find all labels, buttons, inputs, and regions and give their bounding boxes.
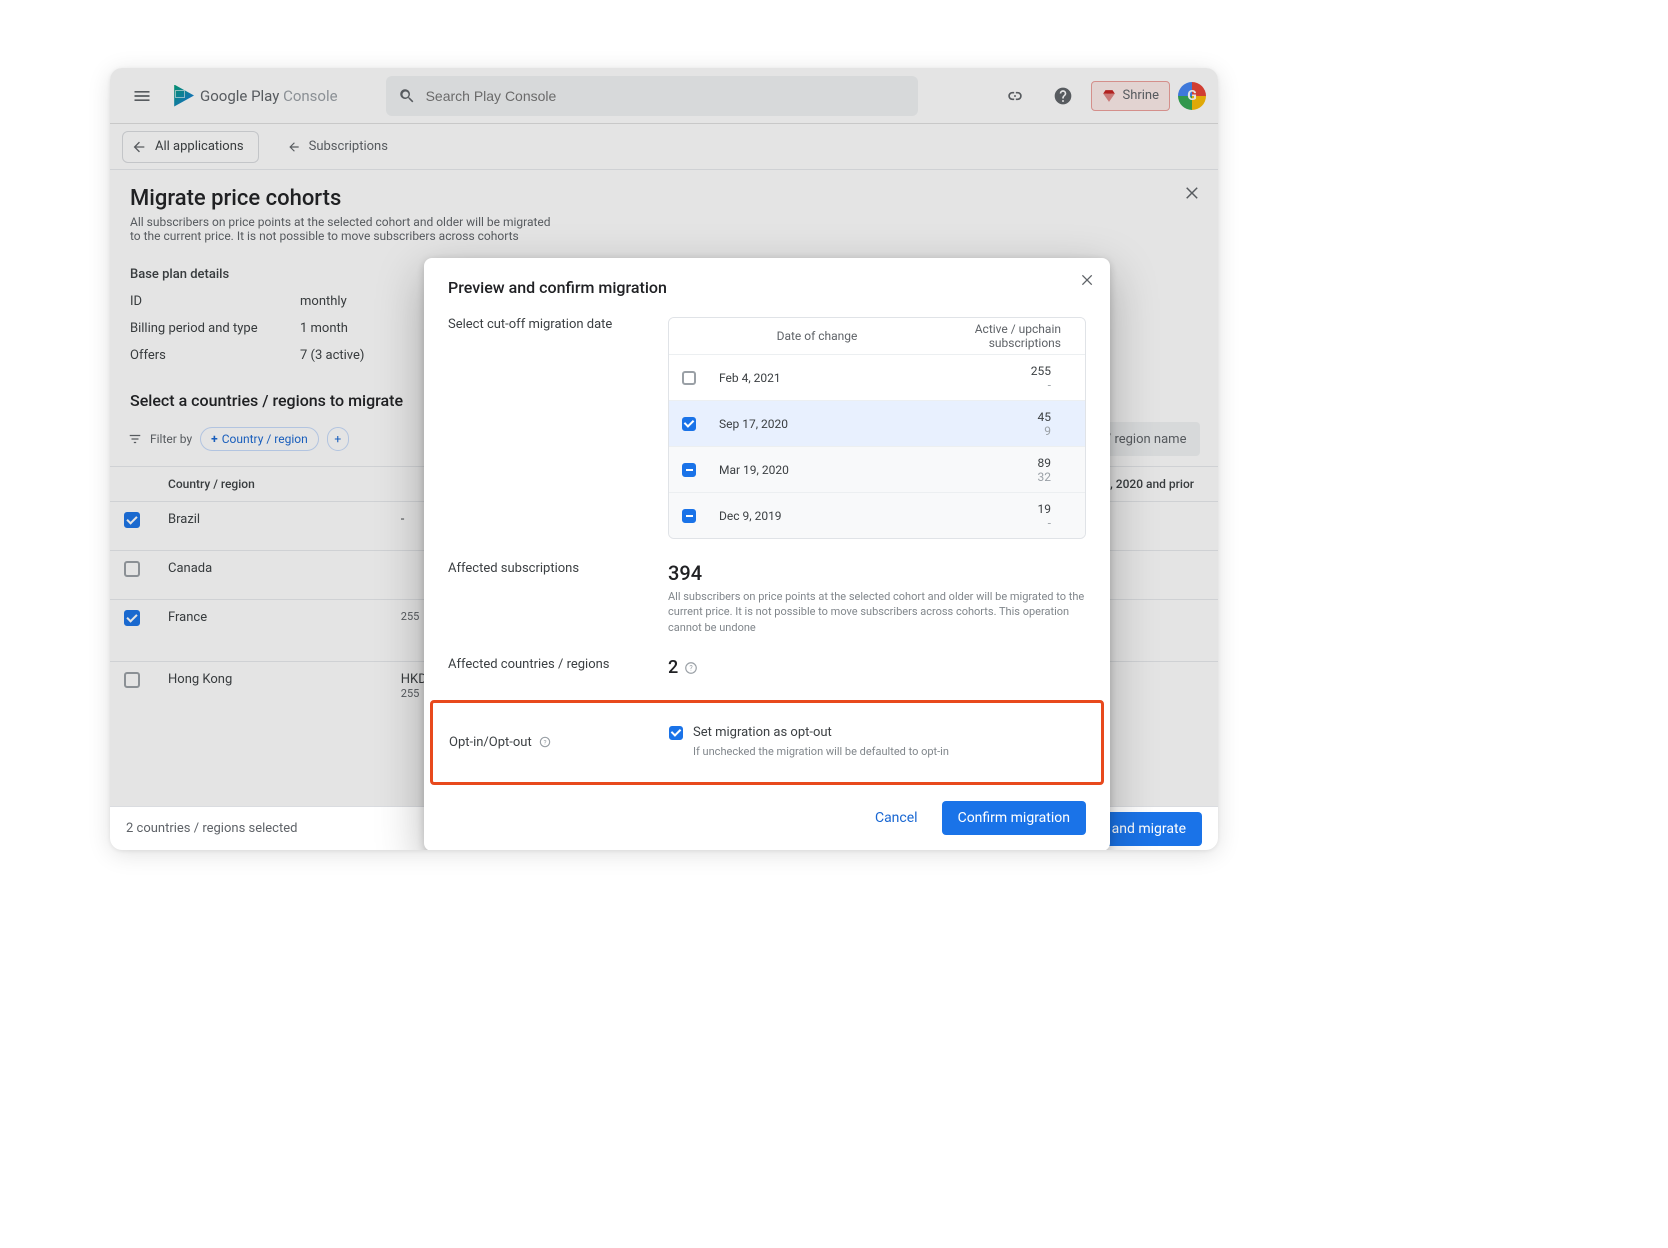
selection-count: 2 countries / regions selected <box>126 821 297 836</box>
search-icon <box>398 87 416 105</box>
cutoff-date-row[interactable]: Sep 17, 2020 459 <box>669 400 1085 446</box>
google-avatar[interactable]: G <box>1178 82 1206 110</box>
cutoff-label: Select cut-off migration date <box>448 317 638 539</box>
row-checkbox[interactable] <box>124 512 140 528</box>
row-checkbox[interactable] <box>124 561 140 577</box>
dialog-close-icon[interactable] <box>1080 272 1096 288</box>
diamond-icon <box>1102 89 1116 103</box>
date-counts: 459 <box>925 410 1085 438</box>
date-label: Dec 9, 2019 <box>709 509 925 523</box>
arrow-left-icon <box>131 139 147 155</box>
play-console-logo[interactable]: Google Play Console <box>172 85 338 107</box>
cutoff-date-row[interactable]: Mar 19, 2020 8932 <box>669 446 1085 492</box>
confirm-migration-button[interactable]: Confirm migration <box>942 801 1086 835</box>
brand-text-b: Console <box>283 87 338 105</box>
close-page-icon[interactable] <box>1184 184 1202 202</box>
date-counts: 19- <box>925 502 1085 530</box>
date-counts: 8932 <box>925 456 1085 484</box>
svg-text:?: ? <box>690 664 694 672</box>
shrine-chip[interactable]: Shrine <box>1091 81 1170 111</box>
brand-text-a: Google Play <box>200 87 279 105</box>
dialog-cancel-button[interactable]: Cancel <box>859 801 934 835</box>
country-name: Brazil <box>154 502 387 551</box>
date-label: Feb 4, 2021 <box>709 371 925 385</box>
affected-subs-label: Affected subscriptions <box>448 561 638 635</box>
menu-icon[interactable] <box>122 76 162 116</box>
play-icon <box>172 85 194 107</box>
link-icon[interactable] <box>995 76 1035 116</box>
breadcrumb-bar: All applications Subscriptions <box>110 124 1218 170</box>
filter-label: Filter by <box>150 432 192 446</box>
help-icon[interactable] <box>1043 76 1083 116</box>
cutoff-date-table: Date of change Active / upchain subscrip… <box>668 317 1086 539</box>
filter-chip-add[interactable]: + <box>327 427 349 451</box>
svg-text:?: ? <box>543 739 546 747</box>
cutoff-date-row[interactable]: Dec 9, 2019 19- <box>669 492 1085 538</box>
filter-chip-country[interactable]: +Country / region <box>200 427 319 451</box>
help-icon[interactable]: ? <box>538 735 552 749</box>
dialog-title: Preview and confirm migration <box>448 278 1086 297</box>
opt-out-checkbox[interactable]: Set migration as opt-out <box>669 725 1085 740</box>
opt-label: Opt-in/Opt-out <box>449 735 532 750</box>
row-checkbox[interactable] <box>124 672 140 688</box>
date-checkbox[interactable] <box>682 417 696 431</box>
app-bar: Google Play Console Shrine G <box>110 68 1218 124</box>
opt-in-out-section: Opt-in/Opt-out ? Set migration as opt-ou… <box>430 700 1104 784</box>
page-desc: All subscribers on price points at the s… <box>130 215 560 243</box>
country-name: Canada <box>154 551 387 600</box>
affected-regions-label: Affected countries / regions <box>448 657 638 678</box>
id-value: monthly <box>300 294 347 309</box>
th-active: Active / upchain subscriptions <box>925 322 1085 350</box>
search-input[interactable] <box>386 76 918 116</box>
all-applications-link[interactable]: All applications <box>122 131 259 163</box>
opt-help: If unchecked the migration will be defau… <box>693 744 1085 759</box>
opt-out-label: Set migration as opt-out <box>693 725 832 740</box>
country-name: Hong Kong <box>154 662 387 711</box>
all-applications-label: All applications <box>155 139 244 154</box>
date-checkbox[interactable] <box>682 371 696 385</box>
confirm-migration-dialog: Preview and confirm migration Select cut… <box>424 258 1110 850</box>
billing-value: 1 month <box>300 321 348 336</box>
date-counts: 255- <box>925 364 1085 392</box>
arrow-left-icon <box>287 140 301 154</box>
help-icon[interactable]: ? <box>684 661 698 675</box>
affected-regions-value: 2 <box>668 657 678 678</box>
offers-label: Offers <box>130 348 300 363</box>
shrine-label: Shrine <box>1122 88 1159 103</box>
search-field[interactable] <box>426 88 906 104</box>
id-label: ID <box>130 294 300 309</box>
page-title: Migrate price cohorts <box>130 186 1198 211</box>
th-date: Date of change <box>709 329 925 343</box>
date-label: Mar 19, 2020 <box>709 463 925 477</box>
date-checkbox[interactable] <box>682 509 696 523</box>
filter-icon <box>128 432 142 446</box>
country-name: France <box>154 600 387 662</box>
affected-subs-help: All subscribers on price points at the s… <box>668 589 1086 635</box>
billing-label: Billing period and type <box>130 321 300 336</box>
date-label: Sep 17, 2020 <box>709 417 925 431</box>
subscriptions-label: Subscriptions <box>309 139 388 154</box>
subscriptions-link[interactable]: Subscriptions <box>287 139 388 154</box>
th-country: Country / region <box>154 467 387 502</box>
row-checkbox[interactable] <box>124 610 140 626</box>
date-checkbox[interactable] <box>682 463 696 477</box>
affected-subs-value: 394 <box>668 561 1086 585</box>
cutoff-date-row[interactable]: Feb 4, 2021 255- <box>669 354 1085 400</box>
offers-value: 7 (3 active) <box>300 348 364 363</box>
